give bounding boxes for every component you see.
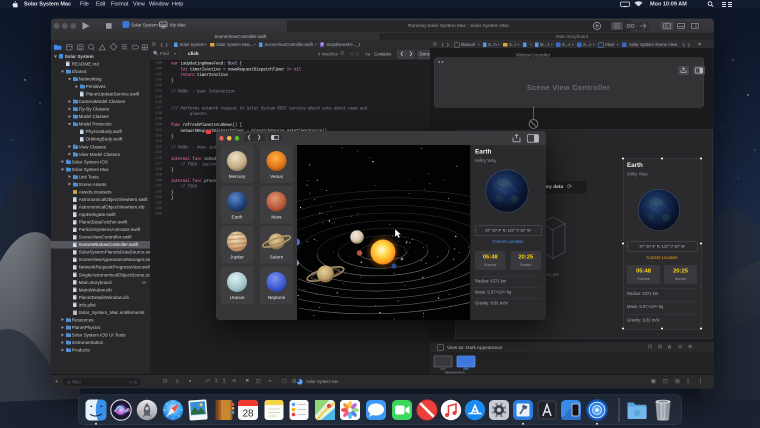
svg-text:28: 28 (242, 409, 254, 420)
